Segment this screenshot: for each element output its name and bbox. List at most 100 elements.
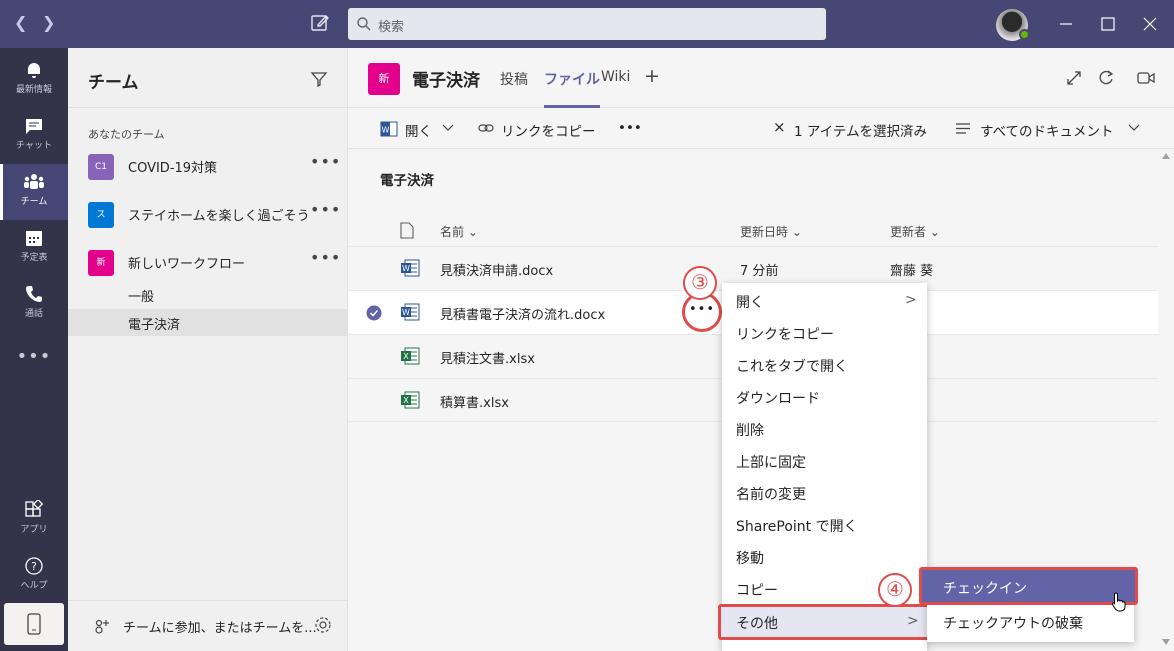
- panel-footer: チームに参加、またはチームを...: [68, 600, 348, 650]
- step-marker-4: ④: [878, 573, 912, 607]
- bell-icon: [28, 63, 40, 78]
- tab-wiki[interactable]: Wiki: [601, 69, 630, 85]
- column-header-modified[interactable]: 更新日時 ⌄: [740, 223, 802, 240]
- chevron-down-icon[interactable]: [442, 124, 454, 132]
- file-name[interactable]: 見積決済申請.docx: [440, 260, 553, 279]
- minimize-icon[interactable]: [1056, 14, 1076, 34]
- files-toolbar: W 開く リンクをコピー ••• × 1 アイテムを選択済み すべてのドキュメン…: [348, 108, 1174, 149]
- panel-header: チーム: [68, 48, 347, 108]
- team-more-button[interactable]: •••: [310, 152, 341, 171]
- column-header-author[interactable]: 更新者 ⌄: [890, 223, 940, 240]
- menu-item-discard-checkout[interactable]: チェックアウトの破棄: [927, 606, 1134, 638]
- file-name[interactable]: 積算書.xlsx: [440, 392, 509, 411]
- rail-item-help[interactable]: ? ヘルプ: [0, 548, 68, 604]
- menu-item-label: ダウンロード: [736, 391, 820, 407]
- menu-item-label: これをタブで開く: [736, 359, 848, 375]
- filter-icon[interactable]: [310, 70, 328, 88]
- rail-item-calls[interactable]: 通話: [0, 276, 68, 332]
- expand-icon[interactable]: [1064, 68, 1084, 88]
- compose-icon[interactable]: [310, 13, 330, 33]
- menu-item-open[interactable]: 開く >: [722, 285, 927, 317]
- refresh-icon[interactable]: [1096, 68, 1116, 88]
- rail-item-activity[interactable]: 最新情報: [0, 52, 68, 108]
- team-tile: ス: [88, 202, 114, 228]
- view-selector[interactable]: すべてのドキュメント: [980, 120, 1114, 140]
- search-input[interactable]: 検索: [348, 8, 826, 40]
- word-icon: W: [380, 121, 398, 137]
- column-header-name[interactable]: 名前 ⌄: [440, 223, 478, 240]
- menu-item-delete[interactable]: 削除: [722, 413, 927, 445]
- rail-label: 最新情報: [15, 85, 52, 95]
- menu-item-pin-to-top[interactable]: 上部に固定: [722, 445, 927, 477]
- file-author: 齋藤 葵: [890, 264, 934, 279]
- team-more-button[interactable]: •••: [310, 248, 341, 267]
- excel-file-icon: X: [401, 347, 420, 365]
- menu-item-download[interactable]: ダウンロード: [722, 381, 927, 413]
- maximize-icon[interactable]: [1098, 14, 1118, 34]
- team-row[interactable]: 新 新しいワークフロー •••: [68, 242, 348, 282]
- channel-tile: 新: [368, 63, 400, 95]
- link-icon: [478, 124, 494, 132]
- breadcrumb: 電子決済: [380, 173, 434, 189]
- rail-item-teams[interactable]: チーム: [0, 164, 68, 220]
- team-tile: 新: [88, 250, 114, 276]
- menu-item-more[interactable]: その他 >: [718, 604, 931, 640]
- svg-text:W: W: [402, 264, 410, 273]
- clear-selection-icon[interactable]: ×: [773, 118, 786, 136]
- search-icon: [357, 17, 371, 31]
- channel-header: 新 電子決済 投稿 ファイル Wiki +: [348, 48, 1174, 108]
- scrollbar[interactable]: [1158, 149, 1174, 651]
- channel-item-denshikessai[interactable]: 電子決済: [68, 309, 348, 336]
- join-team-link[interactable]: チームに参加、またはチームを...: [123, 617, 317, 636]
- menu-item-copy-link[interactable]: リンクをコピー: [722, 317, 927, 349]
- file-name[interactable]: 見積書電子決済の流れ.docx: [440, 304, 605, 323]
- menu-item-label: その他: [736, 616, 778, 632]
- rail-item-chat[interactable]: チャット: [0, 108, 68, 164]
- chevron-right-icon: >: [907, 613, 919, 629]
- rail-more-button[interactable]: •••: [0, 346, 68, 367]
- meet-icon[interactable]: [1136, 68, 1156, 88]
- back-icon[interactable]: ❮: [14, 13, 27, 32]
- menu-item-move[interactable]: 移動: [722, 541, 927, 573]
- menu-item-rename[interactable]: 名前の変更: [722, 477, 927, 509]
- file-modified: 7 分前: [740, 264, 779, 279]
- selection-count: 1 アイテムを選択済み: [794, 124, 928, 140]
- add-tab-button[interactable]: +: [644, 65, 660, 87]
- close-icon[interactable]: [1140, 14, 1160, 34]
- scroll-up-icon[interactable]: [1162, 153, 1170, 159]
- search-placeholder: 検索: [378, 20, 405, 35]
- channel-label: 一般: [128, 290, 155, 305]
- team-more-button[interactable]: •••: [310, 200, 341, 219]
- mobile-device-button[interactable]: [4, 603, 64, 645]
- forward-icon[interactable]: ❯: [42, 13, 55, 32]
- channel-item-general[interactable]: 一般: [68, 281, 348, 308]
- tab-posts[interactable]: 投稿: [500, 69, 528, 89]
- team-row[interactable]: C1 COVID-19対策 •••: [68, 146, 348, 186]
- menu-item-check-in[interactable]: チェックイン: [919, 567, 1138, 605]
- chevron-right-icon: >: [905, 292, 917, 308]
- rail-item-calendar[interactable]: 予定表: [0, 220, 68, 276]
- menu-item-open-as-tab[interactable]: これをタブで開く: [722, 349, 927, 381]
- svg-text:X: X: [403, 396, 409, 405]
- copy-link-button[interactable]: リンクをコピー: [501, 120, 596, 140]
- section-label: あなたのチーム: [88, 128, 165, 141]
- open-button[interactable]: 開く: [405, 120, 432, 140]
- toolbar-more-button[interactable]: •••: [618, 120, 642, 136]
- teams-icon: [24, 174, 44, 189]
- chat-icon: [26, 119, 42, 134]
- file-name[interactable]: 見積注文書.xlsx: [440, 348, 535, 367]
- column-label: 更新日時: [740, 225, 789, 239]
- svg-text:?: ?: [31, 560, 37, 573]
- team-row[interactable]: ス ステイホームを楽しく過ごそう •••: [68, 194, 348, 234]
- teams-panel: チーム あなたのチーム C1 COVID-19対策 ••• ス ステイホームを楽…: [68, 48, 348, 651]
- rail-item-apps[interactable]: アプリ: [0, 492, 68, 548]
- menu-item-label: 削除: [736, 423, 764, 439]
- gear-icon[interactable]: [314, 616, 332, 634]
- menu-item-label: チェックイン: [943, 581, 1027, 597]
- scroll-down-icon[interactable]: [1162, 639, 1170, 645]
- chevron-down-icon[interactable]: [1128, 124, 1140, 132]
- hand-cursor-icon: [1111, 592, 1126, 612]
- menu-item-open-sharepoint[interactable]: SharePoint で開く: [722, 509, 927, 541]
- tab-files[interactable]: ファイル: [544, 69, 600, 108]
- check-circle-icon[interactable]: [366, 305, 382, 321]
